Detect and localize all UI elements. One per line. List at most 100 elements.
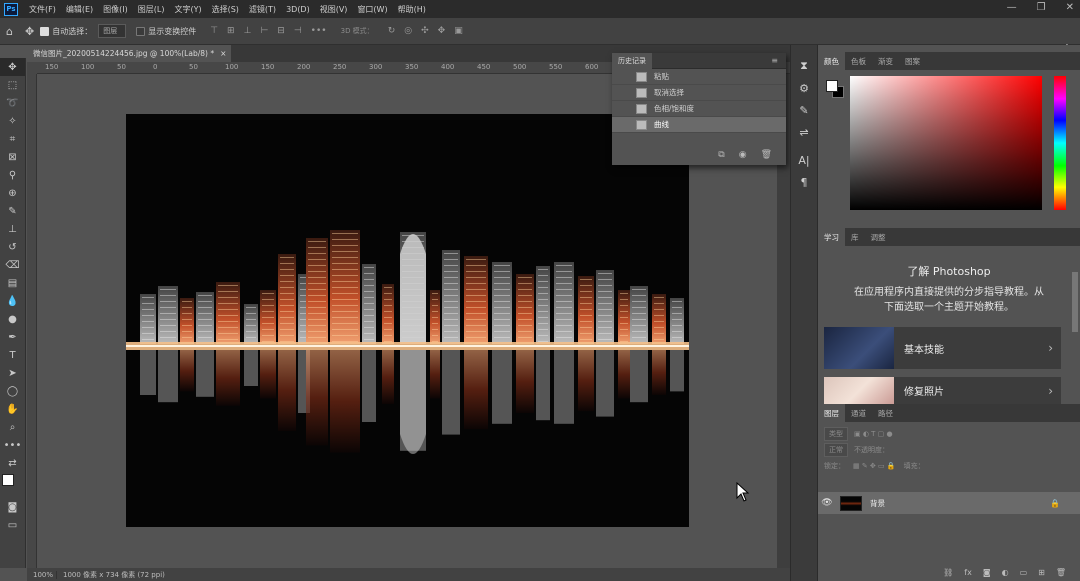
delete-layer-icon[interactable]: 🗑 bbox=[1056, 568, 1066, 577]
screen-mode-icon[interactable]: ▭ bbox=[0, 516, 25, 534]
tab-color[interactable]: 颜色 bbox=[818, 52, 845, 70]
shape-tool-icon[interactable]: ◯ bbox=[0, 382, 25, 400]
type-tool-icon[interactable]: T bbox=[0, 346, 25, 364]
blend-mode-select[interactable]: 正常 bbox=[824, 443, 848, 457]
more-tools-icon[interactable]: ••• bbox=[0, 436, 25, 454]
delete-trash-icon[interactable]: 🗑 bbox=[761, 150, 772, 160]
gradient-tool-icon[interactable]: ▤ bbox=[0, 274, 25, 292]
3d-pan-icon[interactable]: ✣ bbox=[421, 26, 429, 36]
lock-icons[interactable]: ▦ ✎ ✥ ▭ 🔒 bbox=[853, 462, 896, 470]
paragraph-panel-icon[interactable]: ¶ bbox=[791, 171, 817, 193]
history-item[interactable]: 取消选择 bbox=[612, 85, 786, 101]
history-tab[interactable]: 历史记录 bbox=[612, 52, 652, 69]
align-bottom-icon[interactable]: ⊥ bbox=[244, 26, 252, 36]
menu-help[interactable]: 帮助(H) bbox=[393, 4, 431, 15]
path-selection-tool-icon[interactable]: ➤ bbox=[0, 364, 25, 382]
learn-card-basic-skills[interactable]: 基本技能 › bbox=[824, 327, 1061, 369]
menu-type[interactable]: 文字(Y) bbox=[169, 4, 206, 15]
move-tool-icon[interactable]: ✥ bbox=[25, 25, 34, 38]
menu-file[interactable]: 文件(F) bbox=[24, 4, 61, 15]
menu-layer[interactable]: 图层(L) bbox=[133, 4, 170, 15]
zoom-tool-icon[interactable]: ⌕ bbox=[0, 418, 25, 436]
clone-stamp-tool-icon[interactable]: ⊥ bbox=[0, 220, 25, 238]
dodge-tool-icon[interactable]: ● bbox=[0, 310, 25, 328]
layer-row-background[interactable]: 👁 背景 🔒 bbox=[818, 492, 1080, 514]
adjustments-icon[interactable]: ⇌ bbox=[791, 121, 817, 143]
eyedropper-tool-icon[interactable]: ⚲ bbox=[0, 166, 25, 184]
lock-icon[interactable]: 🔒 bbox=[1050, 499, 1060, 508]
hand-tool-icon[interactable]: ✋ bbox=[0, 400, 25, 418]
more-options-icon[interactable]: ••• bbox=[311, 26, 327, 36]
3d-rotate-icon[interactable]: ↻ bbox=[388, 26, 396, 36]
minimize-button[interactable]: — bbox=[1007, 2, 1017, 13]
align-right-icon[interactable]: ⊣ bbox=[294, 26, 302, 36]
3d-scale-icon[interactable]: ▣ bbox=[454, 26, 463, 36]
tab-layers[interactable]: 图层 bbox=[818, 404, 845, 422]
brush-tool-icon[interactable]: ✎ bbox=[0, 202, 25, 220]
healing-brush-tool-icon[interactable]: ⊕ bbox=[0, 184, 25, 202]
menu-3d[interactable]: 3D(D) bbox=[281, 5, 315, 14]
adjustment-layer-icon[interactable]: ◐ bbox=[1002, 568, 1009, 577]
menu-edit[interactable]: 编辑(E) bbox=[61, 4, 98, 15]
hue-slider[interactable] bbox=[1054, 76, 1066, 210]
align-top-icon[interactable]: ⊤ bbox=[210, 26, 218, 36]
properties-panel-icon[interactable]: ⚙ bbox=[791, 77, 817, 99]
filter-icons[interactable]: ▣ ◐ T ▢ ● bbox=[854, 430, 893, 438]
foreground-color-swatch[interactable] bbox=[826, 80, 838, 92]
magic-wand-tool-icon[interactable]: ✧ bbox=[0, 112, 25, 130]
crop-tool-icon[interactable]: ⌗ bbox=[0, 130, 25, 148]
history-panel-icon[interactable]: ⧗ bbox=[791, 55, 817, 77]
tab-adjustments[interactable]: 调整 bbox=[865, 228, 892, 246]
new-document-from-state-icon[interactable]: ⧉ bbox=[718, 150, 724, 160]
brush-settings-icon[interactable]: ✎ bbox=[791, 99, 817, 121]
tab-libraries[interactable]: 库 bbox=[845, 228, 865, 246]
maximize-button[interactable]: ❐ bbox=[1037, 2, 1046, 13]
tab-paths[interactable]: 路径 bbox=[872, 404, 899, 422]
eraser-tool-icon[interactable]: ⌫ bbox=[0, 256, 25, 274]
lasso-tool-icon[interactable]: ➰ bbox=[0, 94, 25, 112]
frame-tool-icon[interactable]: ⊠ bbox=[0, 148, 25, 166]
marquee-tool-icon[interactable]: ⬚ bbox=[0, 76, 25, 94]
home-icon[interactable]: ⌂ bbox=[6, 25, 13, 38]
tab-swatches[interactable]: 色板 bbox=[845, 52, 872, 70]
pen-tool-icon[interactable]: ✒ bbox=[0, 328, 25, 346]
learn-card-fix-photo[interactable]: 修复照片 › bbox=[824, 377, 1061, 404]
color-picker-field[interactable] bbox=[850, 76, 1042, 210]
layer-style-icon[interactable]: fx bbox=[964, 568, 972, 577]
auto-select-dropdown[interactable]: 图层 bbox=[98, 24, 127, 38]
move-tool-icon[interactable]: ✥ bbox=[0, 58, 25, 76]
history-item[interactable]: 色相/饱和度 bbox=[612, 101, 786, 117]
foreground-swatch[interactable] bbox=[2, 474, 14, 486]
close-button[interactable]: ✕ bbox=[1066, 2, 1074, 13]
new-layer-icon[interactable]: ⊞ bbox=[1038, 568, 1045, 577]
swap-colors-icon[interactable]: ⇄ bbox=[0, 454, 25, 472]
history-brush-tool-icon[interactable]: ↺ bbox=[0, 238, 25, 256]
align-left-icon[interactable]: ⊢ bbox=[260, 26, 268, 36]
history-item-selected[interactable]: 曲线 bbox=[612, 117, 786, 133]
tab-patterns[interactable]: 图案 bbox=[899, 52, 926, 70]
3d-roll-icon[interactable]: ◎ bbox=[404, 26, 412, 36]
new-group-icon[interactable]: ▭ bbox=[1020, 568, 1028, 577]
color-swatches[interactable] bbox=[0, 472, 25, 498]
tab-channels[interactable]: 通道 bbox=[845, 404, 872, 422]
auto-select-checkbox[interactable] bbox=[40, 26, 50, 36]
add-mask-icon[interactable]: ◙ bbox=[983, 568, 991, 577]
menu-select[interactable]: 选择(S) bbox=[207, 4, 244, 15]
quick-mask-icon[interactable]: ◙ bbox=[0, 498, 25, 516]
menu-filter[interactable]: 滤镜(T) bbox=[244, 4, 281, 15]
close-tab-icon[interactable]: × bbox=[220, 49, 226, 58]
history-item[interactable]: 粘贴 bbox=[612, 69, 786, 85]
align-middle-icon[interactable]: ⊞ bbox=[227, 26, 235, 36]
visibility-eye-icon[interactable]: 👁 bbox=[818, 498, 836, 508]
show-transform-checkbox[interactable] bbox=[136, 26, 146, 36]
document-image[interactable] bbox=[126, 114, 689, 527]
tab-learn[interactable]: 学习 bbox=[818, 228, 845, 246]
character-panel-icon[interactable]: A| bbox=[791, 149, 817, 171]
learn-scrollbar[interactable] bbox=[1072, 272, 1078, 332]
align-center-icon[interactable]: ⊟ bbox=[277, 26, 285, 36]
menu-view[interactable]: 视图(V) bbox=[315, 4, 353, 15]
panel-menu-icon[interactable]: ≡ bbox=[771, 56, 778, 65]
document-tab[interactable]: 微信图片_20200514224456.jpg @ 100%(Lab/8) * … bbox=[27, 45, 231, 62]
layer-kind-filter[interactable]: 类型 bbox=[824, 427, 848, 441]
tab-gradients[interactable]: 渐变 bbox=[872, 52, 899, 70]
